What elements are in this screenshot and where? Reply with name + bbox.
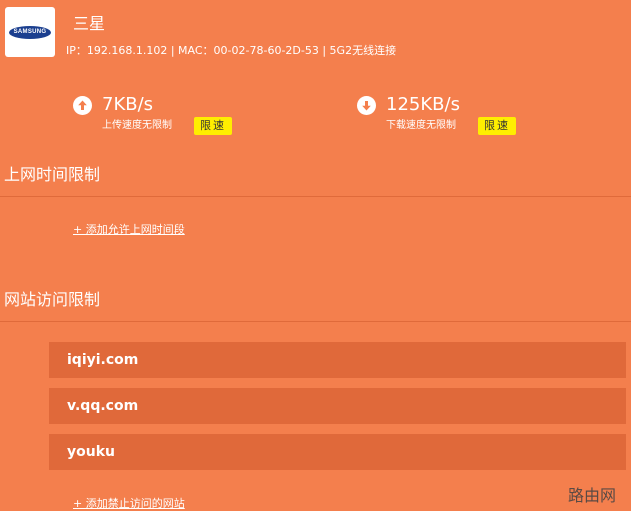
site-name: youku [67,444,115,460]
download-limit-button[interactable]: 限速 [478,117,516,135]
add-blocked-site-link[interactable]: + 添加禁止访问的网站 [73,497,185,511]
download-speed-value: 125KB/s [386,94,460,115]
device-name: 三星 [73,14,106,33]
download-speed-label: 下载速度无限制 [386,120,456,131]
upload-limit-button[interactable]: 限速 [194,117,232,135]
arrow-up-circle-icon [73,96,92,115]
time-limit-title: 上网时间限制 [4,165,101,184]
device-info: IP：192.168.1.102 | MAC：00-02-78-60-2D-53… [66,44,397,57]
upload-speed-label: 上传速度无限制 [102,120,172,131]
site-row[interactable]: v.qq.com [49,388,626,424]
time-limit-divider [0,196,631,197]
site-name: v.qq.com [67,398,139,414]
site-name: iqiyi.com [67,352,139,368]
site-limit-title: 网站访问限制 [4,290,101,309]
samsung-logo-icon: SAMSUNG [9,25,51,39]
watermark: 路由网 [568,486,617,505]
site-limit-divider [0,321,631,322]
site-row[interactable]: iqiyi.com [49,342,626,378]
site-row[interactable]: youku [49,434,626,470]
logo-text: SAMSUNG [13,29,47,35]
add-time-period-link[interactable]: + 添加允许上网时间段 [73,223,185,237]
upload-speed-value: 7KB/s [102,94,154,115]
arrow-down-circle-icon [357,96,376,115]
device-logo: SAMSUNG [5,7,55,57]
